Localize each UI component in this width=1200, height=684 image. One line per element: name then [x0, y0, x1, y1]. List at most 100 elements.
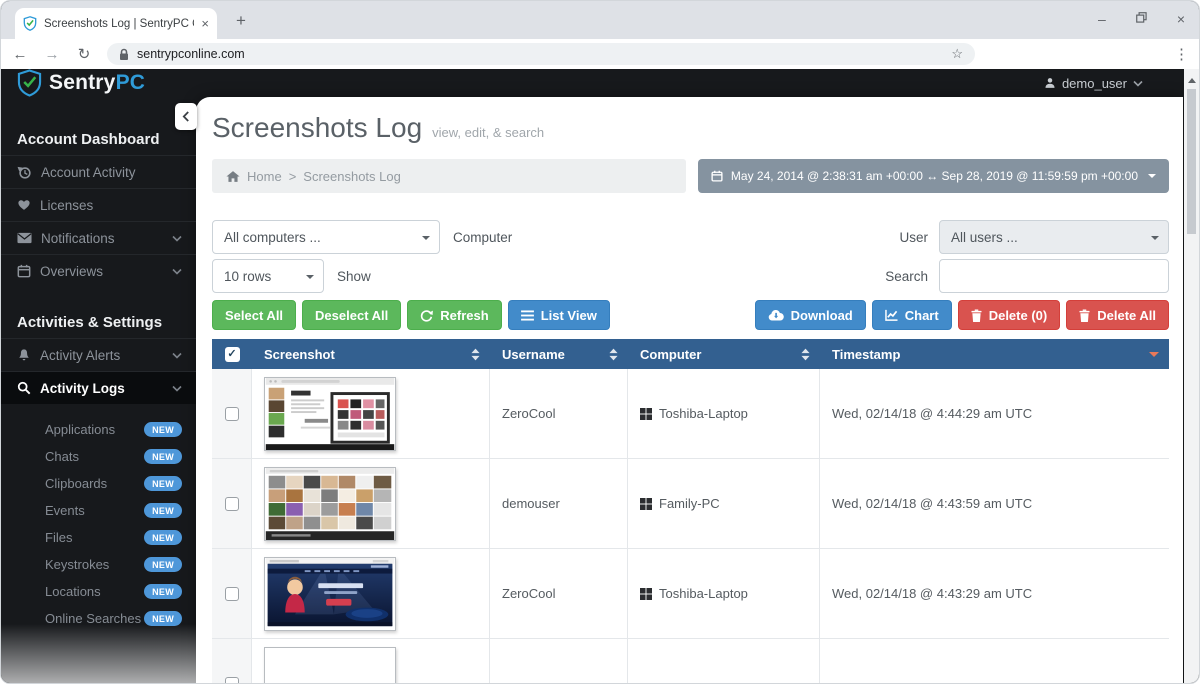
chevron-down-icon [172, 268, 182, 275]
computer-cell: Toshiba-Laptop [628, 369, 820, 458]
column-header-computer[interactable]: Computer [628, 339, 820, 369]
sidebar-subitem-locations[interactable]: LocationsNEW [1, 578, 196, 605]
new-badge: NEW [144, 530, 182, 545]
timestamp-cell: Wed, 02/14/18 @ 4:44:29 am UTC [820, 369, 1169, 458]
column-header-timestamp[interactable]: Timestamp [820, 339, 1169, 369]
window-close-icon[interactable]: × [1177, 12, 1185, 26]
screenshot-cell[interactable] [252, 639, 490, 684]
bookmark-star-icon[interactable]: ☆ [951, 46, 963, 62]
sort-desc-icon[interactable] [1149, 352, 1159, 362]
screenshot-cell[interactable] [252, 549, 490, 638]
history-icon [17, 165, 32, 180]
shield-check-icon [17, 69, 42, 97]
sort-icon[interactable] [471, 348, 480, 361]
sidebar-subitem-files[interactable]: Files NEW [1, 524, 196, 551]
window-restore-icon[interactable] [1136, 10, 1147, 28]
screenshot-cell[interactable] [252, 459, 490, 548]
sidebar-item-label: Account Activity [41, 165, 136, 180]
download-button[interactable]: Download [755, 300, 866, 330]
sidebar-subitem-label: Files [45, 530, 72, 545]
address-bar[interactable]: sentrypconline.com ☆ [107, 43, 975, 65]
list-view-button[interactable]: List View [508, 300, 610, 330]
column-header-username[interactable]: Username [490, 339, 628, 369]
username-cell [490, 639, 628, 684]
column-label: Username [502, 347, 565, 362]
chart-button[interactable]: Chart [872, 300, 952, 330]
select-all-button[interactable]: Select All [212, 300, 296, 330]
screenshot-cell[interactable] [252, 369, 490, 458]
date-range-button[interactable]: May 24, 2014 @ 2:38:31 am +00:00 ↔ Sep 2… [698, 159, 1169, 193]
page-subtitle: view, edit, & search [432, 125, 544, 140]
table-row-partial[interactable] [212, 639, 1169, 684]
new-tab-button[interactable]: + [229, 10, 253, 34]
table-row[interactable]: ZeroCool Toshiba-Laptop Wed, 02/14/18 @ … [212, 369, 1169, 459]
browser-menu-icon[interactable]: ⋮ [1174, 45, 1189, 63]
sort-icon[interactable] [609, 348, 618, 361]
computer-filter-value: All computers ... [224, 230, 321, 245]
url-text[interactable]: sentrypconline.com [137, 47, 943, 61]
list-icon [521, 310, 534, 321]
tab-title: Screenshots Log | SentryPC Onli [44, 18, 194, 30]
rows-per-page-select[interactable]: 10 rows [212, 259, 324, 293]
browser-tab[interactable]: Screenshots Log | SentryPC Onli × [15, 8, 217, 39]
user-menu[interactable]: demo_user [1044, 76, 1143, 91]
sidebar-collapse-button[interactable] [175, 103, 197, 130]
sidebar-item-activity-logs[interactable]: Activity Logs [1, 371, 196, 404]
sidebar-item-activity-alerts[interactable]: Activity Alerts [1, 338, 196, 371]
breadcrumb-home[interactable]: Home [247, 169, 282, 184]
sentrypc-logo[interactable]: SentryPC [17, 69, 145, 97]
sidebar-item-licenses[interactable]: Licenses [1, 188, 196, 221]
brand-pc: PC [116, 71, 146, 94]
search-input[interactable] [939, 259, 1169, 293]
delete-all-button[interactable]: Delete All [1066, 300, 1169, 330]
sort-icon[interactable] [801, 348, 810, 361]
deselect-all-button[interactable]: Deselect All [302, 300, 401, 330]
sidebar-subitem-clipboards[interactable]: ClipboardsNEW [1, 470, 196, 497]
sidebar-item-overviews[interactable]: Overviews [1, 254, 196, 287]
user-filter-label: User [899, 230, 928, 245]
sidebar-item-account-activity[interactable]: Account Activity [1, 155, 196, 188]
line-chart-icon [885, 309, 898, 321]
sidebar-item-notifications[interactable]: Notifications [1, 221, 196, 254]
screenshot-thumbnail[interactable] [264, 647, 396, 684]
screenshot-thumbnail[interactable] [264, 557, 396, 631]
column-header-screenshot[interactable]: Screenshot [252, 339, 490, 369]
delete-selected-button[interactable]: Delete (0) [958, 300, 1061, 330]
refresh-icon[interactable]: ↻ [75, 45, 93, 63]
screenshot-thumbnail[interactable] [264, 377, 396, 451]
row-checkbox[interactable] [225, 497, 239, 511]
user-filter-select[interactable]: All users ... [939, 220, 1169, 254]
windows-icon [640, 498, 652, 510]
sidebar-subitem-label: Locations [45, 584, 101, 599]
search-label: Search [885, 269, 928, 284]
tab-close-icon[interactable]: × [201, 16, 209, 31]
row-checkbox[interactable] [225, 407, 239, 421]
scrollbar-thumb[interactable] [1187, 89, 1196, 234]
user-filter-value: All users ... [951, 230, 1018, 245]
button-label: Delete (0) [989, 308, 1048, 323]
back-icon[interactable]: ← [11, 46, 29, 63]
table-row[interactable]: ZeroCool Toshiba-Laptop Wed, 02/14/18 @ … [212, 549, 1169, 639]
computer-name: Toshiba-Laptop [659, 406, 748, 421]
scrollbar-up-arrow-icon[interactable] [1188, 74, 1196, 83]
cloud-download-icon [768, 309, 784, 321]
screenshot-thumbnail[interactable] [264, 467, 396, 541]
select-all-checkbox[interactable]: ✓ [225, 347, 240, 362]
sidebar-subitem-label: Online Searches [45, 611, 141, 626]
page-scrollbar[interactable] [1184, 69, 1199, 684]
new-badge: NEW [144, 476, 182, 491]
computer-filter-select[interactable]: All computers ... [212, 220, 440, 254]
sidebar-subitem-chats[interactable]: ChatsNEW [1, 443, 196, 470]
row-checkbox[interactable] [225, 587, 239, 601]
forward-icon[interactable]: → [43, 46, 61, 63]
sidebar-subitem-events[interactable]: EventsNEW [1, 497, 196, 524]
sidebar-subitem-online-searches[interactable]: Online SearchesNEW [1, 605, 196, 632]
button-label: Delete All [1097, 308, 1156, 323]
sidebar-subitem-keystrokes[interactable]: KeystrokesNEW [1, 551, 196, 578]
sidebar-subitem-applications[interactable]: ApplicationsNEW [1, 416, 196, 443]
window-minimize-icon[interactable]: – [1098, 12, 1106, 26]
refresh-button[interactable]: Refresh [407, 300, 501, 330]
row-checkbox[interactable] [225, 677, 239, 684]
table-row[interactable]: demouser Family-PC Wed, 02/14/18 @ 4:43:… [212, 459, 1169, 549]
brand-sentry: Sentry [49, 71, 116, 94]
